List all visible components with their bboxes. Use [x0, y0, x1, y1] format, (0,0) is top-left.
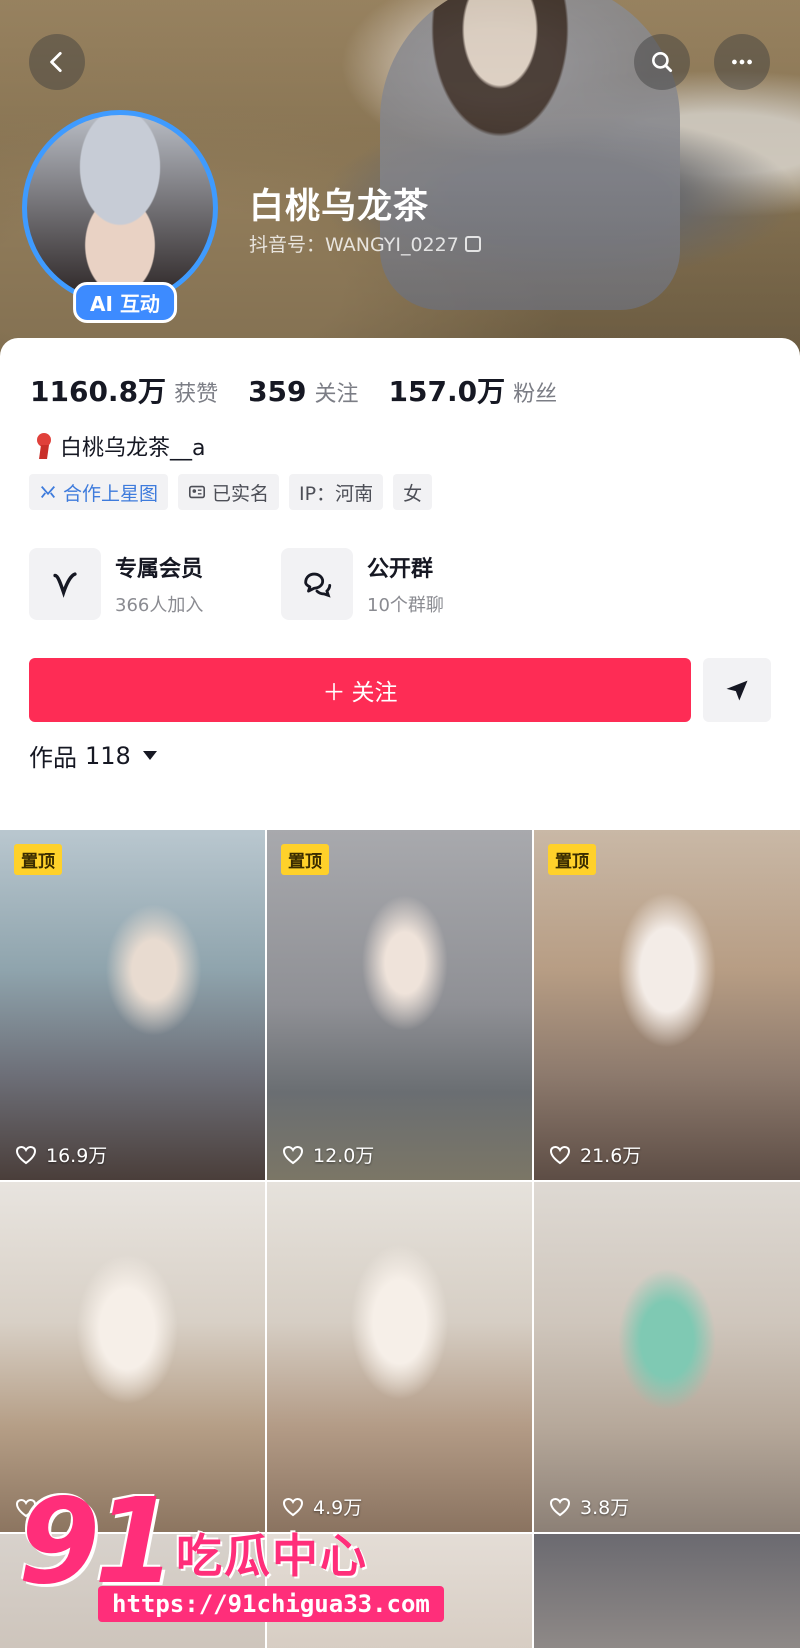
profile-name: 白桃乌龙茶 — [249, 187, 430, 227]
works-label: 作品 — [29, 744, 77, 772]
plus-icon: ＋ — [322, 680, 346, 706]
avatar-container[interactable]: AI 互动 — [22, 110, 228, 323]
search-button[interactable] — [634, 34, 690, 90]
heart-icon — [549, 1497, 571, 1516]
video-tile[interactable]: 置顶 21.6万 — [534, 830, 800, 1180]
works-filter[interactable]: 作品 118 — [29, 738, 157, 773]
group-chat-icon — [281, 548, 353, 620]
service-title: 专属会员 — [115, 557, 204, 582]
douyin-id-text: 抖音号：WANGYI_0227 — [249, 234, 459, 256]
signature-text: 白桃乌龙茶__a — [60, 436, 206, 461]
cover-photo — [380, 0, 680, 310]
caret-down-icon — [142, 751, 157, 760]
like-count: 12.0万 — [281, 1141, 374, 1168]
like-count-text: 21.6万 — [580, 1145, 642, 1167]
stats-row: 1160.8万 获赞 359 关注 157.0万 粉丝 — [30, 370, 557, 410]
more-button[interactable] — [714, 34, 770, 90]
ai-interact-badge[interactable]: AI 互动 — [73, 282, 177, 323]
id-card-icon — [189, 485, 206, 499]
douyin-id[interactable]: 抖音号：WANGYI_0227 — [249, 230, 481, 257]
stat-value: 359 — [248, 375, 307, 408]
stat-label: 获赞 — [174, 382, 219, 407]
works-count: 118 — [85, 741, 131, 770]
service-title: 公开群 — [367, 557, 434, 582]
follow-button[interactable]: ＋ 关注 — [29, 658, 691, 722]
pinned-badge: 置顶 — [281, 844, 329, 875]
avatar[interactable] — [22, 110, 218, 306]
ribbon-icon — [34, 433, 54, 459]
tag-label: 女 — [403, 482, 423, 505]
heart-icon — [282, 1145, 304, 1164]
tag-label: IP：河南 — [299, 482, 374, 505]
watermark-url: https://91chigua33.com — [98, 1586, 444, 1622]
stat-following[interactable]: 359 关注 — [248, 375, 358, 408]
like-count-text: 3.8万 — [580, 1497, 630, 1519]
video-tile[interactable]: 置顶 16.9万 — [0, 830, 265, 1180]
video-tile[interactable] — [534, 1534, 800, 1648]
tags-row: 合作上星图 已实名 IP：河南 女 — [29, 474, 433, 510]
service-subtitle: 366人加入 — [115, 595, 204, 616]
heart-icon — [15, 1145, 37, 1164]
tag-gender: 女 — [393, 474, 433, 510]
stat-label: 粉丝 — [513, 382, 558, 407]
follow-label: 关注 — [351, 680, 398, 706]
video-tile[interactable]: 置顶 12.0万 — [267, 830, 532, 1180]
stat-followers[interactable]: 157.0万 粉丝 — [389, 370, 558, 410]
like-count: 21.6万 — [548, 1141, 641, 1168]
send-icon — [726, 680, 748, 701]
vip-v-icon — [29, 548, 101, 620]
search-icon — [652, 52, 673, 73]
heart-icon — [549, 1145, 571, 1164]
tag-xingtu[interactable]: 合作上星图 — [29, 474, 169, 510]
watermark-logo: 91 吃瓜中心 https://91chigua33.com — [18, 1472, 444, 1630]
public-group-entry[interactable]: 公开群 10个群聊 — [281, 548, 491, 620]
signature: 白桃乌龙茶__a — [34, 430, 205, 462]
star-map-icon — [40, 486, 56, 498]
tag-label: 合作上星图 — [63, 482, 159, 505]
like-count-text: 12.0万 — [313, 1145, 375, 1167]
tag-ip: IP：河南 — [289, 474, 384, 510]
watermark-text: 吃瓜中心 — [176, 1529, 368, 1583]
copy-icon[interactable] — [464, 235, 481, 252]
exclusive-member-entry[interactable]: 专属会员 366人加入 — [29, 548, 239, 620]
pinned-badge: 置顶 — [548, 844, 596, 875]
chevron-left-icon — [50, 51, 62, 73]
video-tile[interactable]: 3.8万 — [534, 1182, 800, 1532]
like-count-text: 16.9万 — [46, 1145, 108, 1167]
tag-verified[interactable]: 已实名 — [178, 474, 280, 510]
stat-value: 157.0万 — [388, 375, 506, 408]
stat-value: 1160.8万 — [30, 375, 167, 408]
service-subtitle: 10个群聊 — [367, 595, 444, 616]
stat-label: 关注 — [314, 382, 359, 407]
like-count: 16.9万 — [14, 1141, 107, 1168]
more-dots-icon — [732, 59, 752, 65]
stat-likes[interactable]: 1160.8万 获赞 — [30, 370, 218, 410]
back-button[interactable] — [29, 34, 85, 90]
share-button[interactable] — [703, 658, 771, 722]
pinned-badge: 置顶 — [14, 844, 62, 875]
like-count: 3.8万 — [548, 1493, 629, 1520]
services-row: 专属会员 366人加入 公开群 10个群聊 — [29, 548, 491, 620]
tag-label: 已实名 — [212, 482, 270, 505]
